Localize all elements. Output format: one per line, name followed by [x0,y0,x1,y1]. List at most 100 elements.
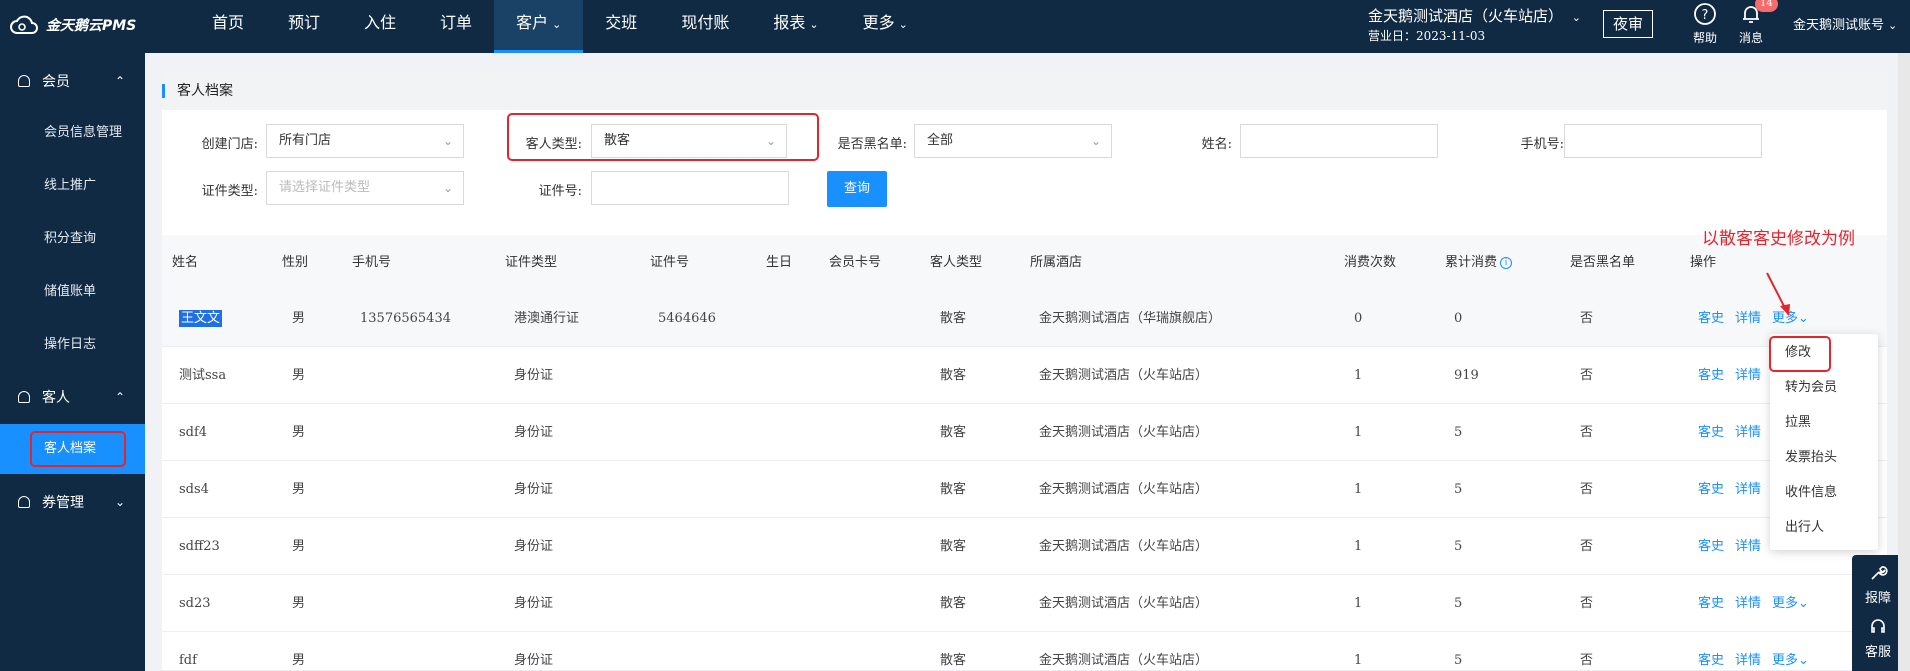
guest-type: 散客 [940,653,967,668]
table-row[interactable]: sdff23 男 身份证 散客 金天鹅测试酒店（火车站店） 1 5 否 客史 详… [162,518,1887,575]
guest-id-type: 身份证 [514,368,554,383]
nav-home[interactable]: 首页 [190,0,266,53]
annotation-text: 以散客客史修改为例 [1702,229,1855,249]
guest-total: 5 [1454,425,1463,440]
guest-name[interactable]: 王文文 [179,290,223,347]
guest-blacklist: 否 [1580,368,1594,383]
more-link[interactable]: 更多⌄ [1772,632,1809,671]
hotel-selector[interactable]: 金天鹅测试酒店（火车站店） ⌄ [1368,5,1581,26]
detail-link[interactable]: 详情 [1735,290,1761,347]
menu-item-convert-member[interactable]: 转为会员 [1770,370,1878,405]
nav-customers[interactable]: 客户 ⌄ [494,0,584,53]
sidebar-item-guest-profiles[interactable]: 客人档案 [0,424,145,474]
sidebar-item-points[interactable]: 积分查询 [0,214,145,264]
message-count-badge: 14 [1755,0,1778,12]
detail-link[interactable]: 详情 [1735,461,1761,518]
guest-hotel: 金天鹅测试酒店（火车站店） [1039,368,1209,383]
account-menu[interactable]: 金天鹅测试账号 ⌄ [1793,14,1897,33]
history-link[interactable]: 客史 [1698,347,1724,404]
sidebar-item-member-info[interactable]: 会员信息管理 [0,108,145,158]
guest-name[interactable]: sd23 [179,575,211,632]
detail-link[interactable]: 详情 [1735,404,1761,461]
guest-id-type: 身份证 [514,596,554,611]
sidebar-group-coupons[interactable]: 券管理 ⌄ [0,477,145,527]
menu-item-invoice-title[interactable]: 发票抬头 [1770,440,1878,475]
table-row[interactable]: 王文文 男 13576565434 港澳通行证 5464646 散客 金天鹅测试… [162,290,1887,347]
sidebar-group-guests[interactable]: 客人 ⌃ [0,372,145,422]
detail-link[interactable]: 详情 [1735,347,1761,404]
history-link[interactable]: 客史 [1698,575,1724,632]
chevron-down-icon: ⌄ [114,495,125,509]
guest-name[interactable]: fdf [179,632,197,671]
menu-item-shipping-info[interactable]: 收件信息 [1770,475,1878,510]
history-link[interactable]: 客史 [1698,290,1724,347]
store-select[interactable]: 所有门店 ⌄ [266,124,464,158]
guest-id-type: 身份证 [514,653,554,668]
sidebar-item-online-promo[interactable]: 线上推广 [0,161,145,211]
column-header: 客人类型 [930,255,983,270]
nav-cash-account[interactable]: 现付账 [659,0,751,53]
app-logo[interactable]: 金天鹅云PMS [10,14,136,36]
history-link[interactable]: 客史 [1698,518,1724,575]
phone-input[interactable] [1564,124,1762,158]
night-audit-button[interactable]: 夜审 [1603,10,1653,38]
column-header: 姓名 [172,255,199,270]
guest-blacklist: 否 [1580,425,1594,440]
nav-shift[interactable]: 交班 [583,0,659,53]
menu-item-edit[interactable]: 修改 [1770,335,1878,370]
chevron-down-icon: ⌄ [809,18,819,31]
id-no-input[interactable] [591,171,789,205]
guest-hotel: 金天鹅测试酒店（火车站店） [1039,539,1209,554]
guest-type: 散客 [940,482,967,497]
chevron-down-icon: ⌄ [1798,653,1809,668]
customer-service-button[interactable]: 客服 [1852,617,1904,660]
table-row[interactable]: 测试ssa 男 身份证 散客 金天鹅测试酒店（火车站店） 1 919 否 客史 … [162,347,1887,404]
help-button[interactable]: ? 帮助 [1685,2,1725,46]
messages-button[interactable]: 14 消息 [1731,0,1778,46]
id-no-label: 证件号: [538,184,582,199]
detail-link[interactable]: 详情 [1735,632,1761,671]
guest-hotel: 金天鹅测试酒店（火车站店） [1039,653,1209,668]
nav-booking[interactable]: 预订 [266,0,342,53]
id-type-select[interactable]: 请选择证件类型 ⌄ [266,171,464,205]
table-row[interactable]: fdf 男 身份证 散客 金天鹅测试酒店（火车站店） 1 5 否 客史 详情 更… [162,632,1887,671]
nav-more[interactable]: 更多 ⌄ [841,0,930,53]
info-icon[interactable]: i [1500,257,1513,269]
guest-type-label: 客人类型: [525,137,582,152]
guest-type-select[interactable]: 散客 ⌄ [591,124,787,158]
guest-visits: 1 [1354,539,1363,554]
history-link[interactable]: 客史 [1698,632,1724,671]
name-label: 姓名: [1201,137,1232,152]
column-header: 手机号 [352,255,392,270]
more-link[interactable]: 更多⌄ [1772,575,1809,632]
detail-link[interactable]: 详情 [1735,518,1761,575]
sidebar-item-operation-log[interactable]: 操作日志 [0,320,145,370]
table-row[interactable]: sds4 男 身份证 散客 金天鹅测试酒店（火车站店） 1 5 否 客史 详情 [162,461,1887,518]
guest-hotel: 金天鹅测试酒店（华瑞旗舰店） [1039,311,1222,326]
nav-orders[interactable]: 订单 [418,0,494,53]
chevron-down-icon: ⌄ [1798,596,1809,611]
menu-item-travelers[interactable]: 出行人 [1770,510,1878,545]
guest-id-type: 港澳通行证 [514,311,580,326]
history-link[interactable]: 客史 [1698,461,1724,518]
guest-name[interactable]: 测试ssa [179,347,226,404]
sidebar-group-members[interactable]: 会员 ⌃ [0,56,145,106]
history-link[interactable]: 客史 [1698,404,1724,461]
report-issue-button[interactable]: 报障 [1852,563,1904,606]
name-input[interactable] [1240,124,1438,158]
menu-item-blacklist[interactable]: 拉黑 [1770,405,1878,440]
chevron-up-icon: ⌃ [114,390,125,404]
table-row[interactable]: sd23 男 身份证 散客 金天鹅测试酒店（火车站店） 1 5 否 客史 详情 … [162,575,1887,632]
scrollbar[interactable] [1898,53,1910,671]
guest-name[interactable]: sdff23 [179,518,220,575]
sidebar-item-stored-value[interactable]: 储值账单 [0,267,145,317]
detail-link[interactable]: 详情 [1735,575,1761,632]
guest-name[interactable]: sds4 [179,461,209,518]
guest-name[interactable]: sdf4 [179,404,207,461]
query-button[interactable]: 查询 [827,171,887,207]
blacklist-select[interactable]: 全部 ⌄ [914,124,1112,158]
table-row[interactable]: sdf4 男 身份证 散客 金天鹅测试酒店（火车站店） 1 5 否 客史 详情 [162,404,1887,461]
nav-reports[interactable]: 报表 ⌄ [751,0,840,53]
more-dropdown-menu: 修改 转为会员 拉黑 发票抬头 收件信息 出行人 [1770,334,1878,550]
nav-checkin[interactable]: 入住 [342,0,418,53]
